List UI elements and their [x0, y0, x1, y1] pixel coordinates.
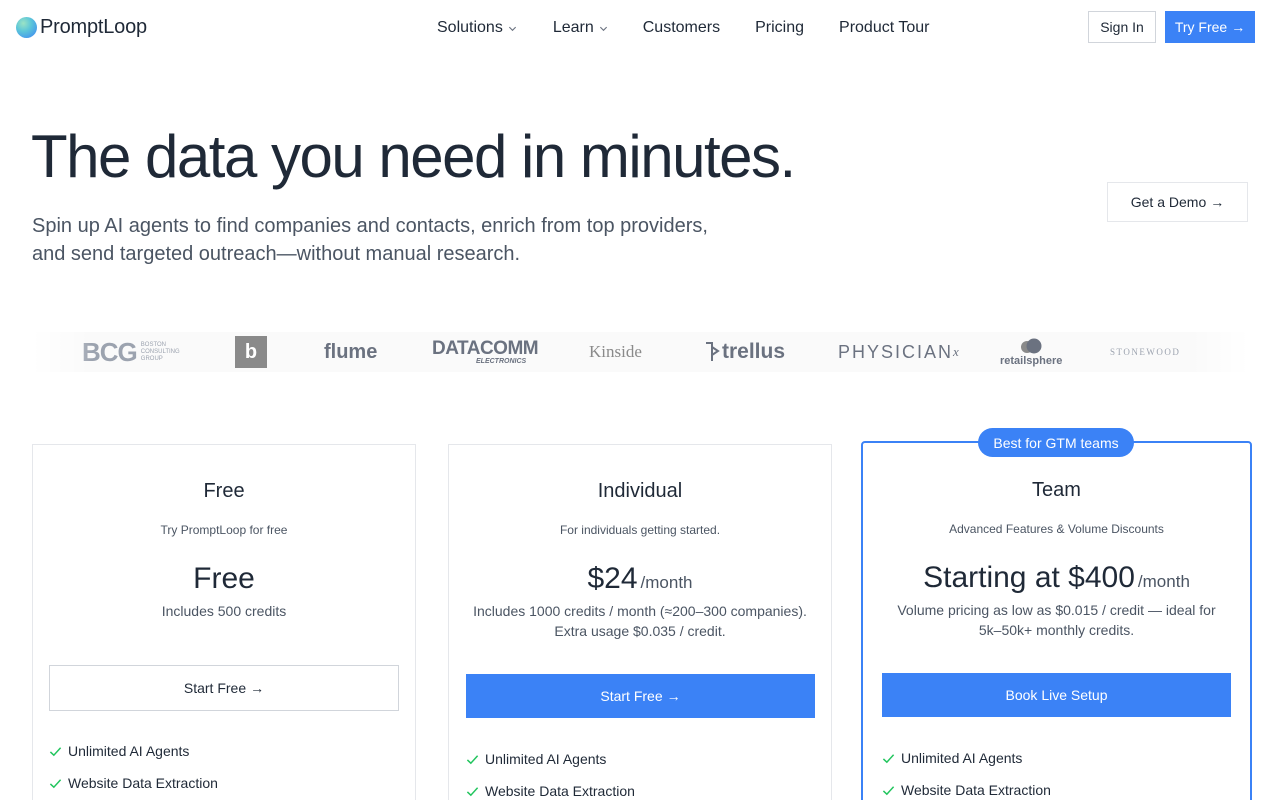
flume-logo: flume [324, 340, 378, 363]
pricing-card-individual: Individual For individuals getting start… [448, 444, 832, 800]
plan-title: Individual [597, 480, 683, 502]
nav-item-label: Customers [642, 19, 721, 36]
get-demo-button[interactable]: Get a Demo → [1107, 182, 1248, 222]
bcg-mark: BCG [82, 336, 138, 367]
book-live-setup-button[interactable]: Book Live Setup [882, 673, 1231, 717]
nav-item-learn[interactable]: Learn [553, 19, 608, 37]
b-logo: b [235, 332, 267, 372]
kinside-logo: Kinside [589, 342, 642, 361]
start-free-button[interactable]: Start Free → [49, 665, 399, 711]
hero-title: The data you need in minutes. [31, 123, 796, 190]
feature-item: Website Data Extraction [49, 775, 218, 791]
pricing-card-free: Free Try PromptLoop for free Free Includ… [32, 444, 416, 800]
bcg-logo: BCG BOSTON CONSULTING GROUP [82, 332, 180, 372]
nav-item-customers[interactable]: Customers [643, 19, 720, 37]
retailsphere-logo: retailsphere [1000, 332, 1062, 372]
hero-subtitle-line: and send targeted outreach—without manua… [32, 243, 521, 265]
arrow-right-icon: → [1231, 19, 1246, 35]
feature-item: Website Data Extraction [882, 782, 1051, 798]
arrow-right-icon: → [250, 680, 265, 696]
brand-name: PromptLoop [40, 16, 147, 38]
plan-price: $24/month [587, 562, 693, 595]
check-icon [466, 754, 479, 764]
plan-tagline: Advanced Features & Volume Discounts [949, 522, 1164, 536]
arrow-right-icon: → [1210, 194, 1225, 210]
brand-link[interactable]: PromptLoop [16, 16, 147, 39]
pricing-card-team: Team Advanced Features & Volume Discount… [861, 441, 1252, 800]
feature-item: Unlimited AI Agents [49, 743, 189, 759]
try-free-button[interactable]: Try Free → [1165, 11, 1255, 43]
hero-subtitle-line: Spin up AI agents to find companies and … [32, 215, 708, 237]
retailsphere-mark-icon [1021, 338, 1042, 354]
nav-item-product-tour[interactable]: Product Tour [839, 19, 929, 37]
hero-subtitle: Spin up AI agents to find companies and … [32, 212, 732, 268]
best-for-gtm-badge: Best for GTM teams [978, 428, 1134, 457]
start-free-button[interactable]: Start Free → [466, 674, 815, 718]
top-nav: PromptLoop Solutions Learn Customers Pri… [0, 0, 1280, 56]
physicianx-logo: PHYSICIAN x [838, 341, 959, 362]
check-icon [466, 786, 479, 796]
plan-description: Includes 500 credits [161, 603, 287, 619]
plan-title: Team [1032, 479, 1081, 501]
plan-price: Starting at $400/month [923, 561, 1190, 594]
sign-in-button[interactable]: Sign In [1088, 11, 1156, 43]
nav-item-solutions[interactable]: Solutions [437, 19, 517, 37]
nav-item-pricing[interactable]: Pricing [755, 19, 804, 37]
customer-logo-strip: BCG BOSTON CONSULTING GROUP b flume DATA… [32, 332, 1249, 372]
get-demo-label: Get a Demo [1130, 194, 1207, 210]
try-free-label: Try Free [1174, 19, 1228, 35]
check-icon [882, 753, 895, 763]
trellus-mark-icon [706, 342, 720, 361]
check-icon [882, 785, 895, 795]
plan-price: Free [193, 562, 255, 595]
nav-item-label: Pricing [755, 19, 805, 36]
plan-tagline: Try PromptLoop for free [160, 523, 288, 537]
trellus-logo: trellus [704, 332, 785, 372]
nav-item-label: Learn [552, 19, 594, 36]
arrow-right-icon: → [666, 688, 681, 704]
bcg-wordmark: BOSTON CONSULTING GROUP [140, 341, 180, 362]
nav-links: Solutions Learn Customers Pricing Produc… [437, 19, 929, 37]
datacomm-logo: DATACOMM ELECTRONICS [432, 337, 539, 365]
nav-item-label: Product Tour [839, 19, 930, 36]
promptloop-logo-icon [16, 17, 37, 38]
plan-description: Volume pricing as low as $0.015 / credit… [897, 602, 1216, 638]
nav-item-label: Solutions [437, 19, 503, 36]
plan-tagline: For individuals getting started. [559, 523, 721, 537]
feature-item: Unlimited AI Agents [882, 750, 1022, 766]
plan-description: Includes 1000 credits / month (≈200–300 … [473, 603, 807, 639]
plan-title: Free [203, 480, 245, 502]
stonewood-logo: STONEWOOD [1110, 347, 1181, 357]
chevron-down-icon [599, 26, 607, 31]
check-icon [49, 778, 62, 788]
feature-item: Website Data Extraction [466, 783, 635, 799]
chevron-down-icon [508, 26, 516, 31]
check-icon [49, 746, 62, 756]
feature-item: Unlimited AI Agents [466, 751, 606, 767]
